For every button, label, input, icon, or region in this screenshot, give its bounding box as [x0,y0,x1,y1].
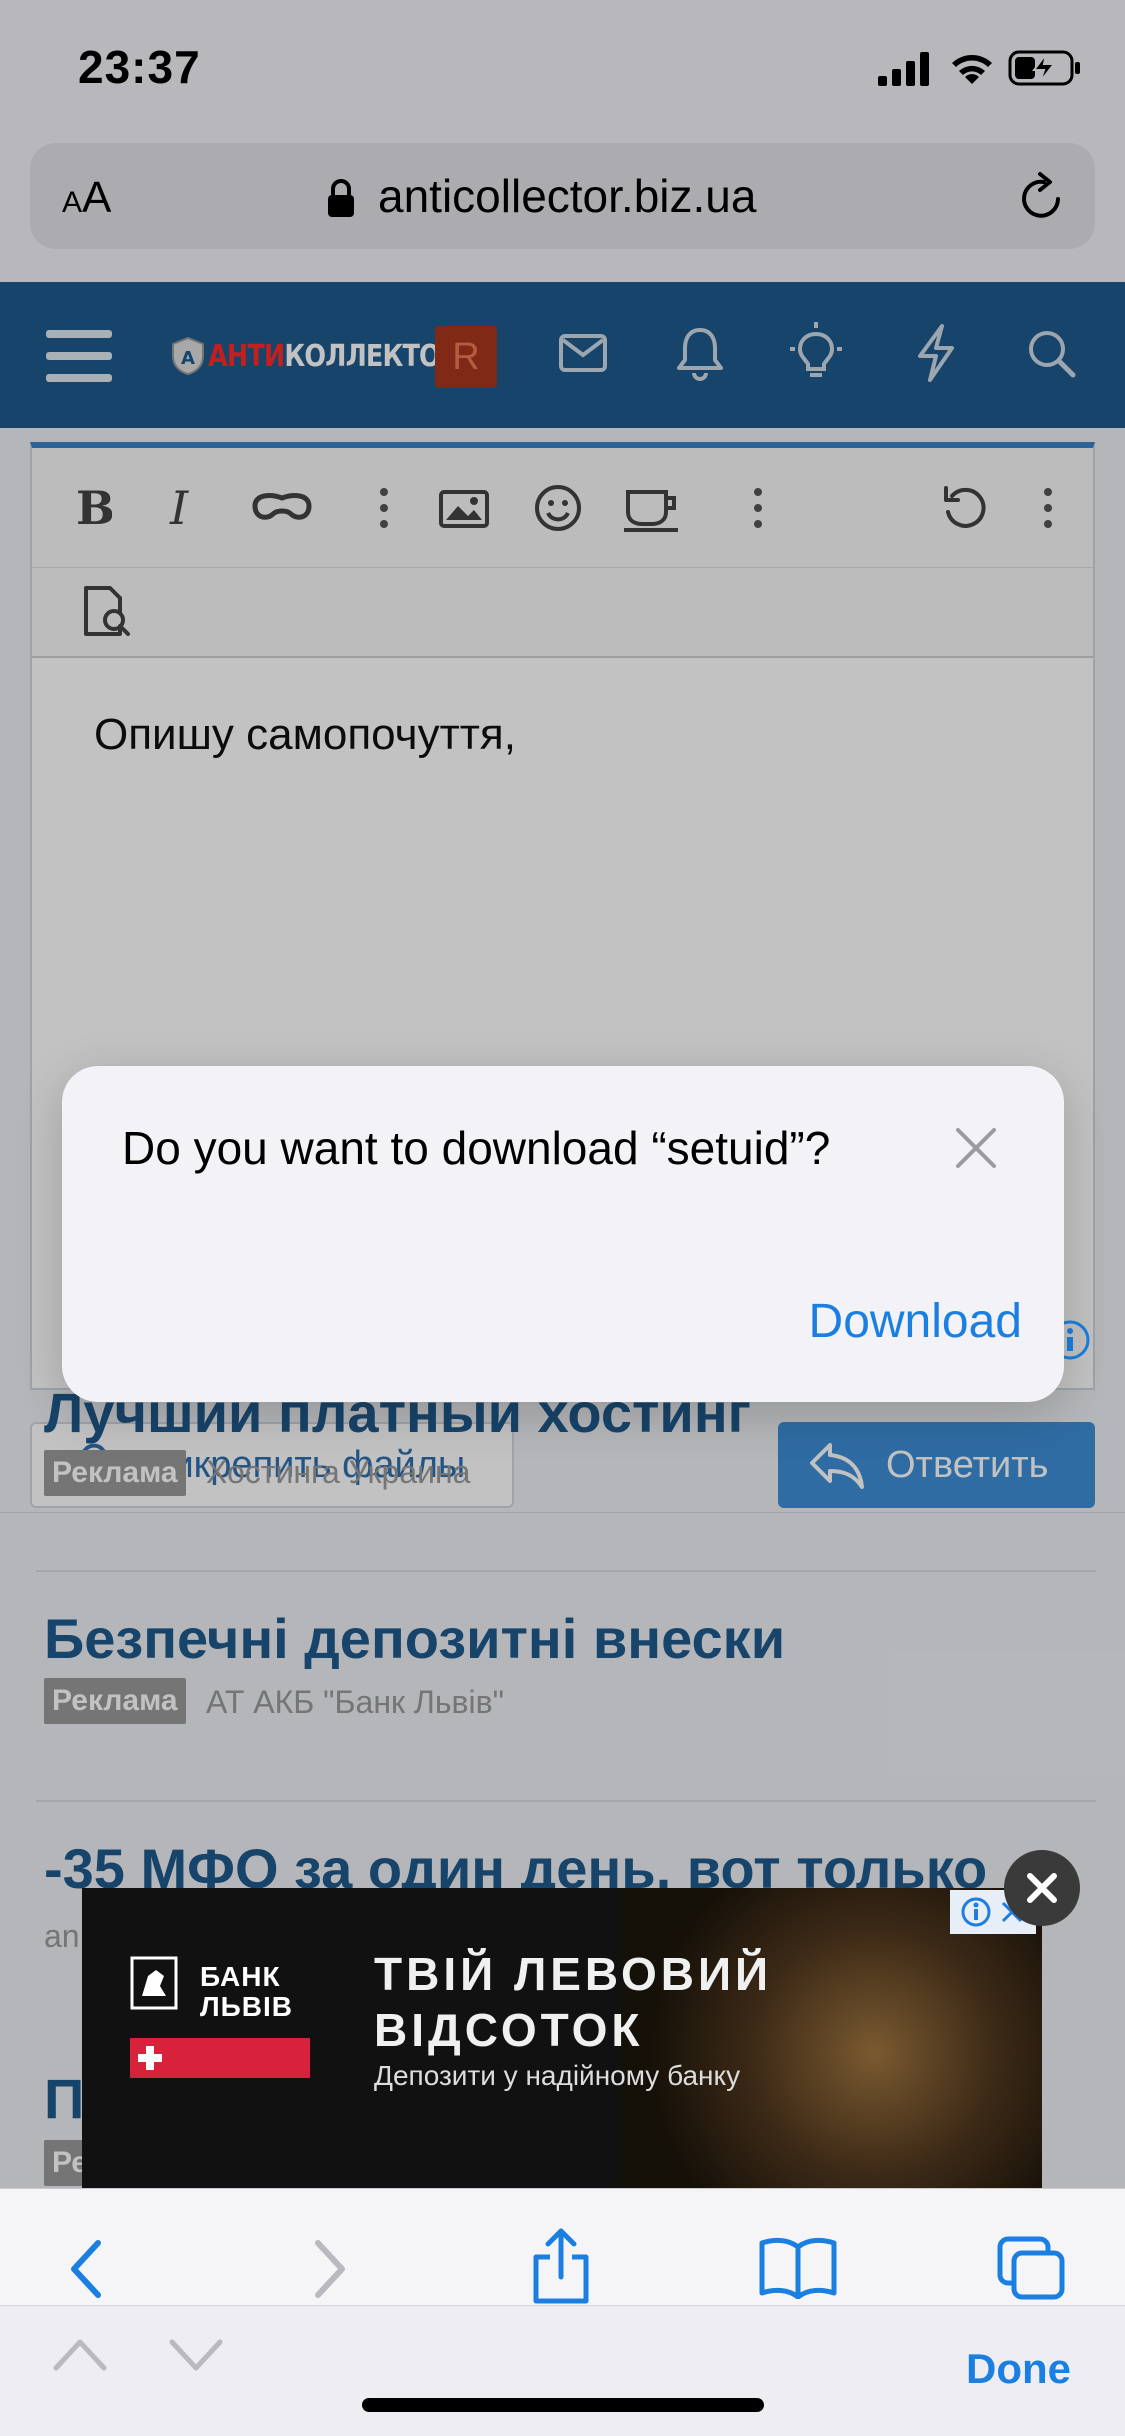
banner-headline: ТВІЙ ЛЕВОВИЙ ВІДСОТОК [374,1948,773,2056]
chevron-up-icon[interactable] [52,2334,108,2374]
back-icon[interactable] [64,2237,110,2301]
swiss-cross-icon [130,2038,170,2078]
info-icon [961,1897,991,1927]
close-icon [1027,1873,1057,1903]
share-icon[interactable] [528,2227,594,2307]
banner-subline: Депозити у надійному банку [374,2060,741,2091]
download-button[interactable]: Download [766,1294,1022,1349]
home-indicator [362,2398,764,2412]
banner-close-button[interactable] [1004,1850,1080,1926]
find-bar [0,2305,1125,2436]
close-icon [956,1128,996,1168]
download-dialog: Do you want to download “setuid”? Downlo… [62,1066,1064,1402]
banner-ad[interactable]: БАНК ЛЬВІВ ТВІЙ ЛЕВОВИЙ ВІДСОТОК Депозит… [82,1888,1042,2188]
done-button[interactable]: Done [966,2345,1071,2393]
tabs-icon[interactable] [996,2235,1068,2303]
dialog-close-button[interactable] [946,1118,1006,1178]
dialog-message: Do you want to download “setuid”? [122,1122,831,1174]
bookmarks-icon[interactable] [758,2235,838,2299]
lion-crest-icon [130,1956,178,2010]
forward-icon[interactable] [306,2237,352,2301]
bank-red-bar [130,2038,310,2078]
chevron-down-icon[interactable] [168,2334,224,2374]
